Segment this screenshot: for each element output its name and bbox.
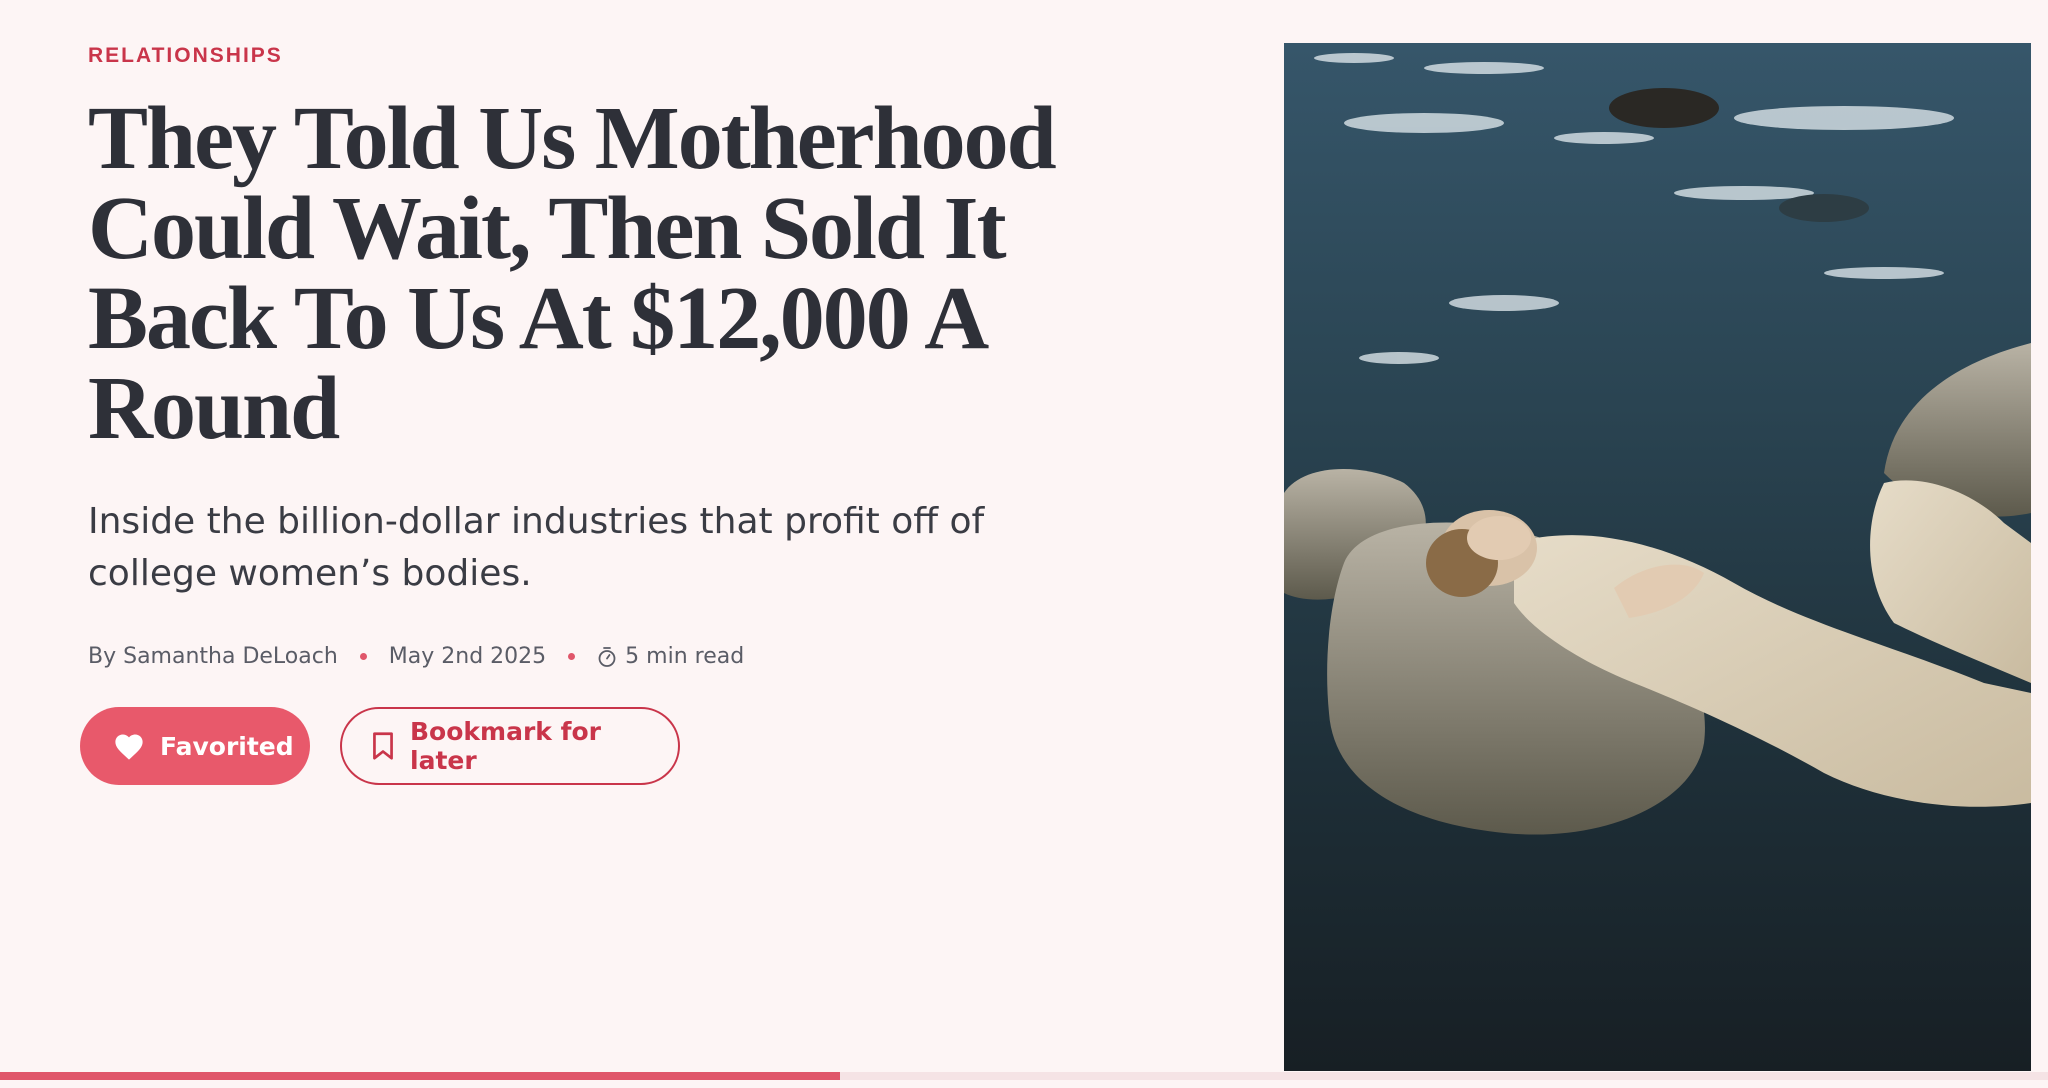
publish-date: May 2nd 2025 <box>388 644 547 669</box>
article-header: RELATIONSHIPS They Told Us Motherhood Co… <box>80 44 1208 785</box>
article-dek: Inside the billion-dollar industries tha… <box>88 501 985 594</box>
article-meta: By Samantha DeLoach May 2nd 2025 5 min r… <box>88 644 1208 669</box>
meta-separator <box>359 653 367 660</box>
reading-progress-fill <box>0 1072 840 1080</box>
read-time: 5 min read <box>625 644 745 669</box>
bookmark-label: Bookmark for later <box>410 717 601 775</box>
favorite-button[interactable]: Favorited <box>80 707 310 785</box>
article-headline: They Told Us Motherhood Could Wait, Then… <box>88 89 1057 458</box>
meta-separator <box>568 653 576 660</box>
favorite-label: Favorited <box>160 731 294 761</box>
bookmark-button[interactable]: Bookmark for later <box>340 707 680 785</box>
category-link[interactable]: RELATIONSHIPS <box>88 44 1208 68</box>
heart-icon <box>112 731 146 761</box>
article-page: RELATIONSHIPS They Told Us Motherhood Co… <box>0 0 2048 1088</box>
hero-image <box>1284 43 2031 1071</box>
reading-progress-bar <box>0 1072 2048 1080</box>
hero-image-illustration <box>1284 43 2031 1071</box>
author-byline[interactable]: By Samantha DeLoach <box>88 644 338 669</box>
bookmark-icon <box>372 731 394 761</box>
article-actions: Favorited Bookmark for later <box>80 707 1208 785</box>
timer-icon <box>597 646 617 668</box>
